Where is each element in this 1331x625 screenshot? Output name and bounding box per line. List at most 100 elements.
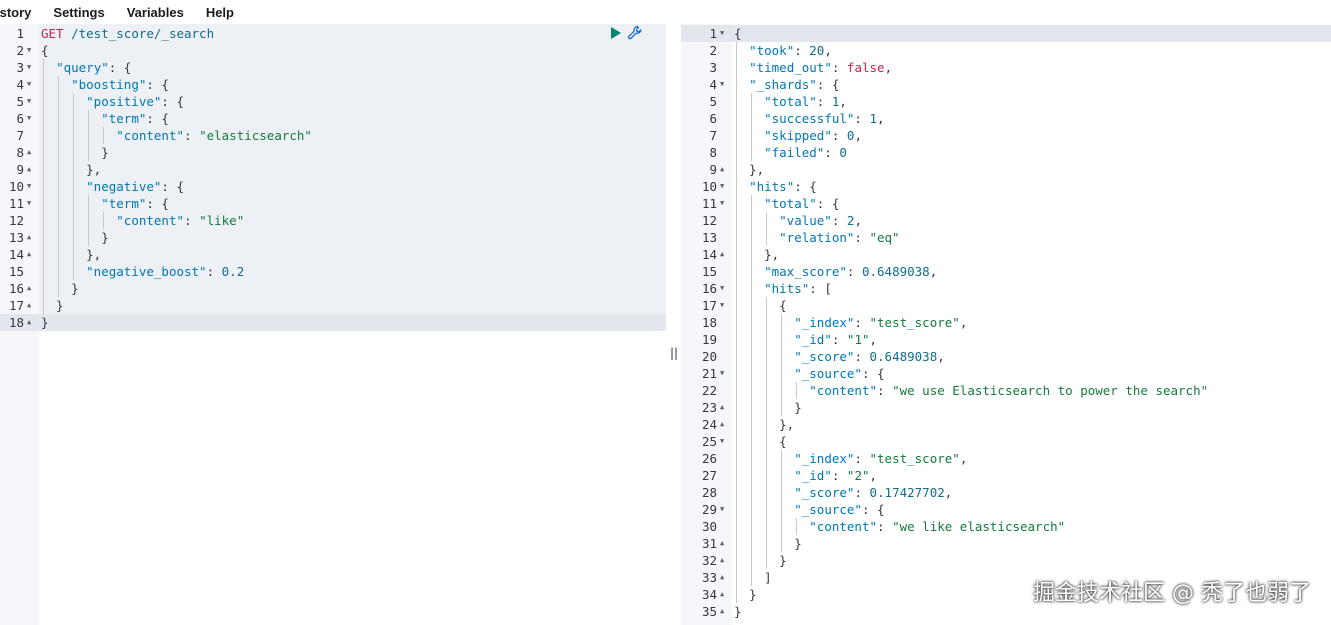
code-text[interactable]: "_source": { [734,501,884,518]
code-text[interactable]: "max_score": 0.6489038, [734,263,937,280]
response-line[interactable]: 19 "_id": "1", [681,331,1331,348]
code-text[interactable]: } [41,144,109,161]
response-line[interactable]: 20 "_score": 0.6489038, [681,348,1331,365]
code-text[interactable]: } [734,603,742,620]
response-line[interactable]: 11 ▼ "total": { [681,195,1331,212]
request-line[interactable]: 4 ▼ "boosting": { [0,76,666,93]
fold-open-icon[interactable]: ▼ [27,93,35,110]
code-text[interactable]: }, [734,246,779,263]
response-line[interactable]: 26 "_index": "test_score", [681,450,1331,467]
code-text[interactable]: "content": "we use Elasticsearch to powe… [734,382,1208,399]
fold-open-icon[interactable]: ▼ [720,76,728,93]
response-line[interactable]: 8 "failed": 0 [681,144,1331,161]
code-text[interactable]: "value": 2, [734,212,862,229]
code-text[interactable]: } [41,314,49,331]
request-line[interactable]: 11 ▼ "term": { [0,195,666,212]
request-line[interactable]: 12 "content": "like" [0,212,666,229]
code-text[interactable]: "boosting": { [41,76,169,93]
code-text[interactable]: }, [734,416,794,433]
request-line[interactable]: 13 ▲ } [0,229,666,246]
fold-open-icon[interactable]: ▼ [720,280,728,297]
fold-open-icon[interactable]: ▼ [27,76,35,93]
code-text[interactable]: "term": { [41,195,169,212]
fold-close-icon[interactable]: ▲ [720,416,728,433]
response-line[interactable]: 18 "_index": "test_score", [681,314,1331,331]
response-line[interactable]: 17 ▼ { [681,297,1331,314]
fold-open-icon[interactable]: ▼ [720,195,728,212]
play-icon[interactable] [611,26,621,39]
response-line[interactable]: 22 "content": "we use Elasticsearch to p… [681,382,1331,399]
fold-close-icon[interactable]: ▲ [27,161,35,178]
fold-close-icon[interactable]: ▲ [720,603,728,620]
response-line[interactable]: 25 ▼ { [681,433,1331,450]
code-text[interactable]: "positive": { [41,93,184,110]
fold-open-icon[interactable]: ▼ [27,59,35,76]
code-text[interactable]: "timed_out": false, [734,59,892,76]
splitter-grip-icon[interactable]: || [670,346,678,360]
code-text[interactable]: "_index": "test_score", [734,314,967,331]
code-text[interactable]: "skipped": 0, [734,127,862,144]
code-text[interactable]: "total": { [734,195,839,212]
menu-item-istory[interactable]: istory [0,5,31,20]
response-line[interactable]: 32 ▲ } [681,552,1331,569]
response-line[interactable]: 30 "content": "we like elasticsearch" [681,518,1331,535]
request-line[interactable]: 7 "content": "elasticsearch" [0,127,666,144]
code-text[interactable]: "negative": { [41,178,184,195]
response-line[interactable]: 23 ▲ } [681,399,1331,416]
fold-open-icon[interactable]: ▼ [27,178,35,195]
fold-open-icon[interactable]: ▼ [720,365,728,382]
code-text[interactable]: ] [734,569,772,586]
fold-open-icon[interactable]: ▼ [720,178,728,195]
response-line[interactable]: 14 ▲ }, [681,246,1331,263]
code-text[interactable]: GET /test_score/_search [41,25,214,42]
fold-close-icon[interactable]: ▲ [27,246,35,263]
fold-close-icon[interactable]: ▲ [720,161,728,178]
response-line[interactable]: 10 ▼ "hits": { [681,178,1331,195]
response-line[interactable]: 28 "_score": 0.17427702, [681,484,1331,501]
fold-close-icon[interactable]: ▲ [27,229,35,246]
fold-close-icon[interactable]: ▲ [27,297,35,314]
code-text[interactable]: } [41,297,64,314]
response-line[interactable]: 29 ▼ "_source": { [681,501,1331,518]
code-text[interactable]: } [734,586,757,603]
response-line[interactable]: 21 ▼ "_source": { [681,365,1331,382]
request-line[interactable]: 5 ▼ "positive": { [0,93,666,110]
wrench-icon[interactable] [627,25,643,41]
code-text[interactable]: "content": "like" [41,212,244,229]
request-line[interactable]: 18 ▲} [0,314,666,331]
pane-splitter[interactable]: || [666,24,681,625]
code-text[interactable]: "hits": [ [734,280,832,297]
request-line[interactable]: 6 ▼ "term": { [0,110,666,127]
menu-item-settings[interactable]: Settings [53,5,104,20]
code-text[interactable]: }, [41,246,101,263]
fold-open-icon[interactable]: ▼ [27,42,35,59]
response-viewer[interactable]: 1 ▼{2 "took": 20, 3 "timed_out": false, 4 ▼ … [681,24,1331,625]
request-line[interactable]: 8 ▲ } [0,144,666,161]
request-line[interactable]: 2 ▼ { [0,42,666,59]
code-text[interactable]: "term": { [41,110,169,127]
response-line[interactable]: 5 "total": 1, [681,93,1331,110]
response-line[interactable]: 24 ▲ }, [681,416,1331,433]
response-line[interactable]: 3 "timed_out": false, [681,59,1331,76]
code-text[interactable]: "took": 20, [734,42,832,59]
fold-close-icon[interactable]: ▲ [720,569,728,586]
response-line[interactable]: 9 ▲ }, [681,161,1331,178]
request-line[interactable]: 14 ▲ }, [0,246,666,263]
response-line[interactable]: 7 "skipped": 0, [681,127,1331,144]
fold-open-icon[interactable]: ▼ [27,195,35,212]
code-text[interactable]: "_index": "test_score", [734,450,967,467]
request-line[interactable]: 15 "negative_boost": 0.2 [0,263,666,280]
request-editor[interactable]: 1 GET /test_score/_search 2 ▼{3 ▼ "query": {… [0,24,666,625]
code-text[interactable]: } [41,280,79,297]
fold-open-icon[interactable]: ▼ [720,297,728,314]
fold-close-icon[interactable]: ▲ [720,586,728,603]
request-line[interactable]: 16 ▲ } [0,280,666,297]
code-text[interactable]: "negative_boost": 0.2 [41,263,244,280]
response-line[interactable]: 13 "relation": "eq" [681,229,1331,246]
code-text[interactable]: }, [41,161,101,178]
code-text[interactable]: "content": "elasticsearch" [41,127,312,144]
code-text[interactable]: "_source": { [734,365,884,382]
menu-item-variables[interactable]: Variables [127,5,184,20]
code-text[interactable]: { [734,297,787,314]
response-line[interactable]: 27 "_id": "2", [681,467,1331,484]
